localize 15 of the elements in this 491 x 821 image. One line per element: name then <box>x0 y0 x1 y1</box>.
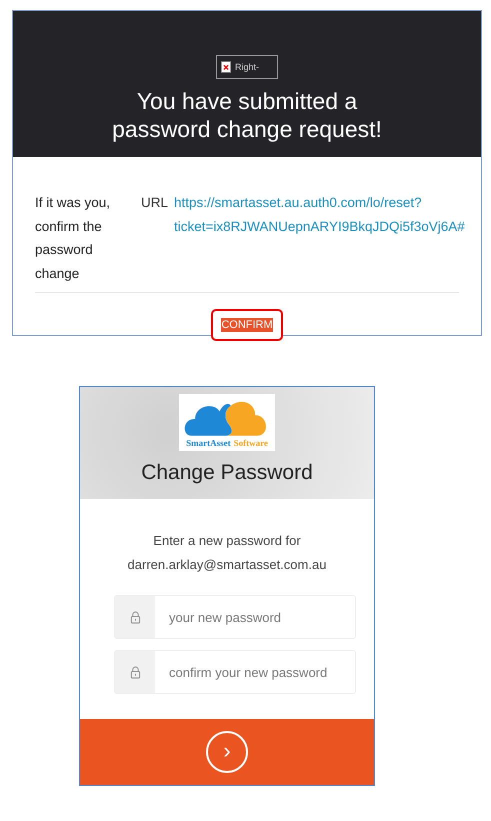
broken-image-icon <box>221 61 231 73</box>
instruction-text: If it was you, confirm the password change <box>35 194 112 283</box>
lock-icon <box>130 666 140 678</box>
url-label: URL <box>141 194 168 212</box>
email-title: You have submitted a password change request! <box>112 87 382 143</box>
submit-button[interactable]: › <box>206 731 248 773</box>
image-alt-text: Right- <box>235 62 260 72</box>
form-title: Change Password <box>141 461 313 485</box>
logo: SmartAsset Software <box>179 394 275 451</box>
password-field[interactable]: your new password <box>114 595 356 639</box>
reset-link[interactable]: https://smartasset.au.auth0.com/lo/reset? ticket=ix8RJWANUepnARYI9BkqJDQi5f3oVj6A# <box>174 191 465 292</box>
password-field[interactable]: confirm your new password <box>114 650 356 694</box>
lock-icon <box>130 610 140 624</box>
confirm-button[interactable]: CONFIRM <box>211 309 283 341</box>
prompt-text: Enter a new password for darren.arklay@smartasset.com.au <box>126 532 328 574</box>
